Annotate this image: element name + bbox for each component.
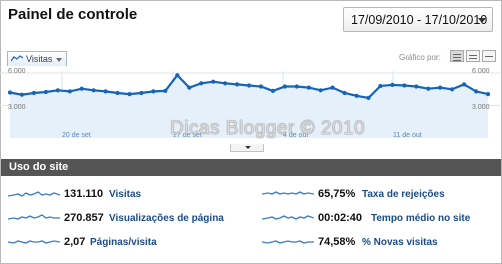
data-point	[19, 92, 24, 97]
data-point	[282, 84, 287, 89]
sparkline	[262, 191, 314, 195]
data-point	[127, 92, 132, 97]
data-point	[390, 82, 395, 87]
date-range-text: 17/09/2010 - 17/10/2010	[351, 13, 488, 27]
data-point	[378, 83, 383, 89]
data-point	[426, 86, 431, 91]
data-point	[366, 95, 371, 100]
data-point	[342, 90, 347, 96]
data-point	[485, 92, 491, 97]
data-point	[115, 90, 120, 96]
data-point	[163, 88, 168, 93]
data-point	[55, 88, 60, 93]
data-point	[175, 73, 180, 78]
line-chart-icon	[11, 55, 23, 62]
sparkline	[262, 215, 314, 220]
stat-value: 74,58%	[318, 236, 356, 248]
data-point	[402, 83, 407, 88]
site-usage-header: Uso do site	[1, 159, 501, 176]
date-range-selector[interactable]: 17/09/2010 - 17/10/2010	[343, 7, 493, 32]
collapse-chart-button[interactable]	[230, 144, 264, 152]
data-point	[270, 88, 275, 93]
dropdown-arrow-icon	[56, 58, 62, 62]
sparkline	[8, 214, 60, 220]
stat-value: 00:02:40	[318, 212, 363, 224]
watermark-text: Dicas Blogger © 2010	[170, 118, 366, 139]
data-point	[139, 90, 144, 96]
data-point	[91, 88, 96, 93]
graph-by-label: Gráfico por:	[399, 53, 441, 62]
stat-value: 270.857	[64, 212, 104, 224]
y-tick-right-1: 3.000	[472, 104, 490, 111]
x-tick-label: 11 de out	[393, 132, 422, 139]
stat-label-link[interactable]: Visitas	[109, 189, 141, 200]
metric-selector[interactable]: Visitas	[7, 51, 67, 66]
data-point	[7, 90, 13, 95]
data-point	[414, 84, 419, 89]
data-point	[187, 85, 192, 90]
sparkline	[8, 240, 60, 244]
stat-value: 2,07	[64, 236, 86, 248]
page-title: Painel de controle	[8, 6, 138, 23]
data-point	[211, 79, 216, 84]
data-point	[258, 84, 263, 89]
y-tick-left-1: 3.000	[8, 104, 26, 111]
sparkline	[262, 240, 314, 244]
y-tick-right-0: 6.000	[472, 68, 490, 75]
data-point	[438, 85, 443, 90]
data-point	[246, 83, 252, 88]
data-point	[31, 90, 36, 96]
data-point	[103, 89, 108, 94]
data-point	[330, 85, 335, 90]
data-point	[354, 93, 359, 98]
stat-label-link[interactable]: % Novas visitas	[362, 237, 438, 248]
metric-selector-label: Visitas	[26, 54, 53, 64]
stat-label-link[interactable]: Visualizações de página	[109, 213, 224, 224]
data-point	[79, 86, 84, 91]
y-tick-left-0: 6.000	[8, 68, 26, 75]
x-tick-label: 20 de set	[62, 132, 91, 139]
graph-by-day-button[interactable]	[450, 50, 464, 62]
data-point	[67, 89, 72, 94]
stat-label-link[interactable]: Tempo médio no site	[371, 213, 470, 224]
chevron-down-icon	[478, 18, 486, 23]
data-point	[235, 82, 240, 87]
graph-by-week-button[interactable]	[466, 50, 480, 62]
data-point	[223, 81, 228, 86]
data-point	[294, 84, 299, 89]
data-point	[462, 82, 467, 87]
graph-by-month-button[interactable]	[482, 50, 496, 62]
data-point	[474, 89, 479, 94]
data-point	[306, 85, 311, 90]
sparkline	[8, 191, 60, 197]
stat-value: 131.110	[64, 188, 104, 200]
data-point	[199, 81, 204, 86]
stat-value: 65,75%	[318, 188, 356, 200]
data-point	[151, 89, 156, 94]
data-point	[318, 88, 323, 93]
stat-label-link[interactable]: Taxa de rejeições	[362, 189, 445, 200]
data-point	[450, 87, 455, 92]
stat-label-link[interactable]: Páginas/visita	[90, 237, 157, 248]
data-point	[43, 89, 49, 95]
